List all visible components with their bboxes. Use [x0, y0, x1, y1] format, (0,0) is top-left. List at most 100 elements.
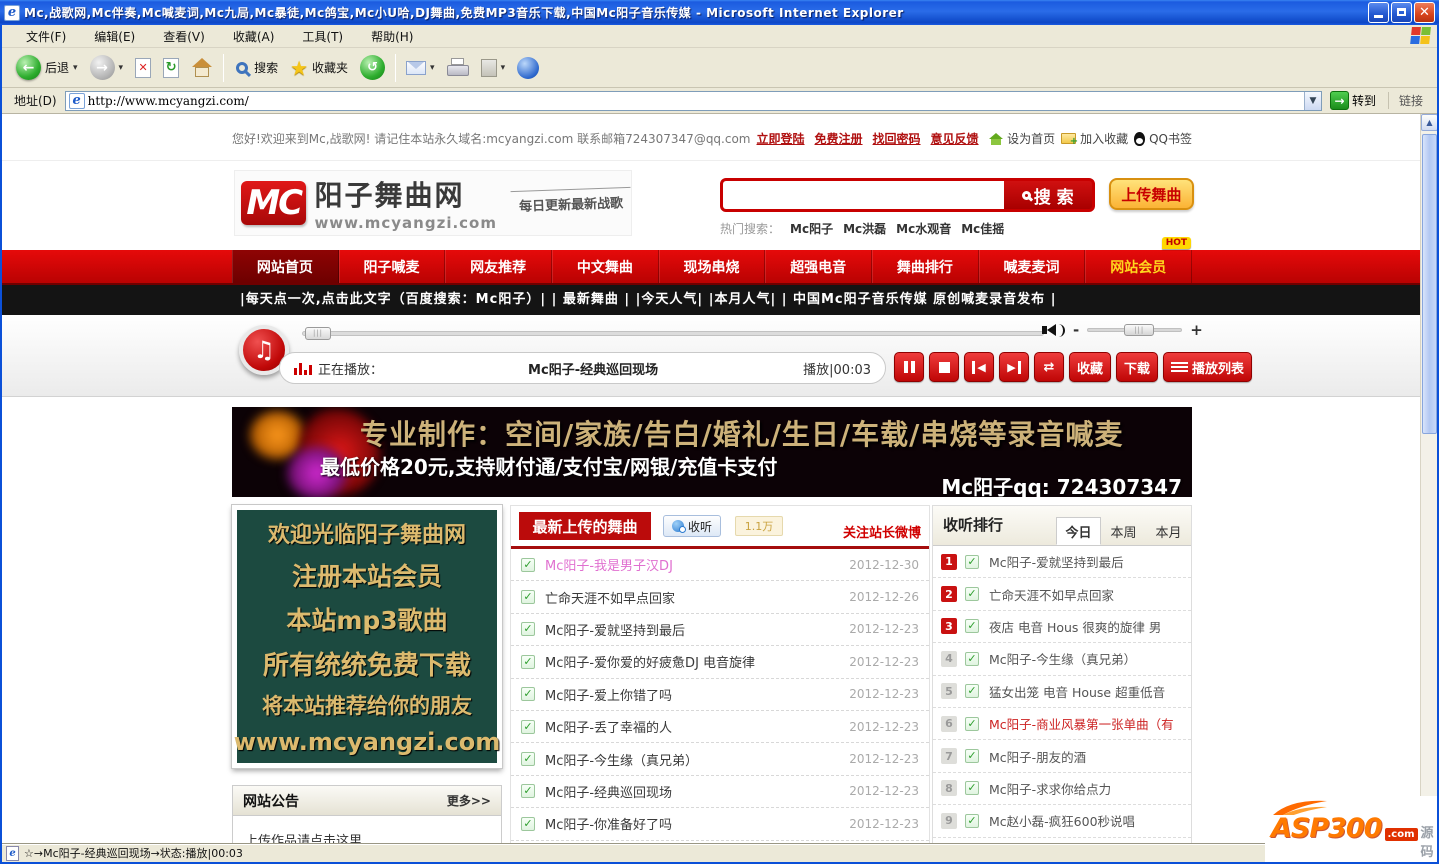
qq-bookmark-link[interactable]: QQ书签 [1134, 130, 1192, 147]
hot-keyword[interactable]: Mc水观音 [896, 220, 951, 237]
rank-row[interactable]: 5 猛女出笼 电音 House 超重低音 [933, 676, 1191, 708]
back-button[interactable]: ← 后退 ▾ [10, 53, 84, 82]
checkbox-icon[interactable] [965, 749, 979, 764]
previous-track-button[interactable]: ◀ [964, 352, 994, 382]
rank-song-title[interactable]: 猛女出笼 电音 House 超重低音 [989, 682, 1165, 701]
checkbox-icon[interactable] [965, 554, 979, 569]
stop-button[interactable]: ✕ [129, 56, 157, 80]
back-dropdown-icon[interactable]: ▾ [73, 63, 78, 73]
address-field[interactable]: e ▼ [64, 90, 1322, 111]
forward-dropdown-icon[interactable]: ▾ [119, 63, 124, 73]
rank-song-title[interactable]: Mc阳子-商业风暴第一张单曲（有 [989, 714, 1174, 733]
forward-button[interactable]: → ▾ [84, 53, 130, 82]
nav-home[interactable]: 网站首页 [232, 250, 339, 283]
search-toolbar-button[interactable]: 搜索 [228, 57, 284, 78]
nav-live-mix[interactable]: 现场串烧 [659, 250, 766, 283]
hot-keyword[interactable]: Mc阳子 [790, 220, 833, 237]
checkbox-icon[interactable] [521, 590, 535, 605]
speaker-icon[interactable] [1042, 323, 1065, 337]
checkbox-icon[interactable] [521, 687, 535, 702]
checkbox-icon[interactable] [521, 557, 535, 572]
nav-chinese-dance[interactable]: 中文舞曲 [552, 250, 659, 283]
rank-row[interactable]: 3 夜店 电音 Hous 很爽的旋律 男 [933, 611, 1191, 644]
nav-electronic[interactable]: 超强电音 [765, 250, 873, 283]
address-dropdown-icon[interactable]: ▼ [1303, 91, 1321, 110]
download-track-button[interactable]: 下载 [1116, 352, 1159, 382]
hot-keyword[interactable]: Mc佳摇 [961, 220, 1004, 237]
checkbox-icon[interactable] [521, 622, 535, 637]
rank-row[interactable]: 9 Mc赵小磊-疯狂600秒说唱 [933, 805, 1191, 838]
nav-ranking[interactable]: 舞曲排行 [872, 250, 979, 283]
rank-row[interactable]: 7 Mc阳子-朋友的酒 [933, 740, 1191, 773]
volume-thumb[interactable] [1124, 324, 1155, 336]
mail-dropdown-icon[interactable]: ▾ [430, 63, 435, 73]
song-title[interactable]: Mc阳子-我是男子汉DJ [545, 555, 849, 574]
song-row[interactable]: Mc阳子-我是男子汉DJ 2012-12-30 [511, 549, 929, 582]
song-row[interactable]: Mc阳子-今生缘（真兄弟） 2012-12-23 [511, 743, 929, 776]
favorites-button[interactable]: ★ 收藏夹 [284, 54, 354, 82]
volume-down-button[interactable]: - [1073, 321, 1079, 339]
print-button[interactable] [441, 56, 475, 80]
close-button[interactable]: ✕ [1414, 2, 1435, 23]
tab-today[interactable]: 今日 [1056, 517, 1101, 545]
nav-recommend[interactable]: 网友推荐 [445, 250, 553, 283]
song-title[interactable]: Mc阳子-爱就坚持到最后 [545, 620, 849, 639]
site-logo[interactable]: MC 阳子舞曲网 www.mcyangzi.com 每日更新最新战歌 [234, 170, 632, 236]
song-title[interactable]: 亡命天涯不如早点回家 [545, 588, 849, 607]
vertical-scrollbar[interactable]: ▲ ▼ [1420, 114, 1437, 843]
rank-row[interactable]: 6 Mc阳子-商业风暴第一张单曲（有 [933, 708, 1191, 741]
menu-file[interactable]: 文件(F) [12, 28, 80, 45]
song-row[interactable]: Mc阳子-爱你爱的好疲惫DJ 电音旋律 2012-12-23 [511, 646, 929, 679]
refresh-button[interactable]: ↻ [157, 56, 185, 80]
messenger-button[interactable] [511, 55, 545, 81]
menu-view[interactable]: 查看(V) [149, 28, 219, 45]
song-title[interactable]: Mc阳子-丢了幸福的人 [545, 717, 849, 736]
rank-song-title[interactable]: Mc阳子-爱就坚持到最后 [989, 552, 1124, 571]
checkbox-icon[interactable] [521, 654, 535, 669]
shuffle-button[interactable]: ⇄ [1034, 352, 1064, 382]
upload-dance-button[interactable]: 上传舞曲 [1108, 178, 1194, 210]
go-button[interactable]: → 转到 [1322, 91, 1384, 110]
follow-weibo-link[interactable]: 关注站长微博 [843, 522, 921, 541]
checkbox-icon[interactable] [965, 651, 979, 666]
minimize-button[interactable] [1368, 2, 1389, 23]
song-row[interactable]: Mc阳子-爱上你错了吗 2012-12-23 [511, 679, 929, 711]
feedback-link[interactable]: 意见反馈 [931, 130, 979, 147]
stop-playback-button[interactable] [929, 352, 959, 382]
weibo-listen-button[interactable]: 收听 [663, 515, 722, 537]
menu-edit[interactable]: 编辑(E) [80, 28, 149, 45]
volume-up-button[interactable]: + [1190, 321, 1203, 339]
menu-help[interactable]: 帮助(H) [357, 28, 427, 45]
rank-song-title[interactable]: 夜店 电音 Hous 很爽的旋律 男 [989, 617, 1161, 636]
volume-slider[interactable] [1087, 324, 1183, 336]
scrollbar-thumb[interactable] [1422, 134, 1437, 434]
song-title[interactable]: Mc阳子-你准备好了吗 [545, 814, 849, 833]
checkbox-icon[interactable] [521, 816, 535, 831]
links-label[interactable]: 链接 [1387, 92, 1433, 109]
site-search-button[interactable]: 搜 索 [1003, 181, 1092, 209]
progress-slider[interactable] [302, 327, 1044, 340]
find-password-link[interactable]: 找回密码 [873, 130, 921, 147]
notice-item[interactable]: 上传作品请点击这里 [233, 816, 501, 843]
rank-song-title[interactable]: Mc阳子-求求你给点力 [989, 779, 1111, 798]
marquee-bar[interactable]: |每天点一次,点击此文字（百度搜索：Mc阳子）| | 最新舞曲 | |今天人气|… [2, 285, 1420, 315]
history-button[interactable]: ↺ [354, 53, 391, 82]
address-input[interactable] [87, 93, 1304, 108]
promo-banner[interactable]: 专业制作：空间/家族/告白/婚礼/生日/车载/串烧等录音喊麦 最低价格20元,支… [232, 407, 1192, 497]
nav-lyrics[interactable]: 喊麦麦词 [979, 250, 1086, 283]
nav-yangzi-hanmai[interactable]: 阳子喊麦 [339, 250, 446, 283]
checkbox-icon[interactable] [521, 752, 535, 767]
rank-row[interactable]: 4 Mc阳子-今生缘（真兄弟） [933, 643, 1191, 676]
checkbox-icon[interactable] [521, 719, 535, 734]
favorite-track-button[interactable]: 收藏 [1069, 352, 1112, 382]
notice-more-link[interactable]: 更多>> [447, 792, 491, 809]
song-row[interactable]: Mc阳子-经典巡回现场 2012-12-23 [511, 776, 929, 809]
rank-song-title[interactable]: Mc阳子-今生缘（真兄弟） [989, 649, 1136, 668]
scroll-up-icon[interactable]: ▲ [1421, 114, 1437, 131]
next-track-button[interactable]: ▶ [999, 352, 1029, 382]
hot-keyword[interactable]: Mc洪磊 [843, 220, 886, 237]
set-homepage-link[interactable]: 设为首页 [989, 130, 1055, 147]
checkbox-icon[interactable] [521, 784, 535, 799]
song-row[interactable]: Mc阳子-爱就坚持到最后 2012-12-23 [511, 614, 929, 647]
login-link[interactable]: 立即登陆 [757, 130, 805, 147]
